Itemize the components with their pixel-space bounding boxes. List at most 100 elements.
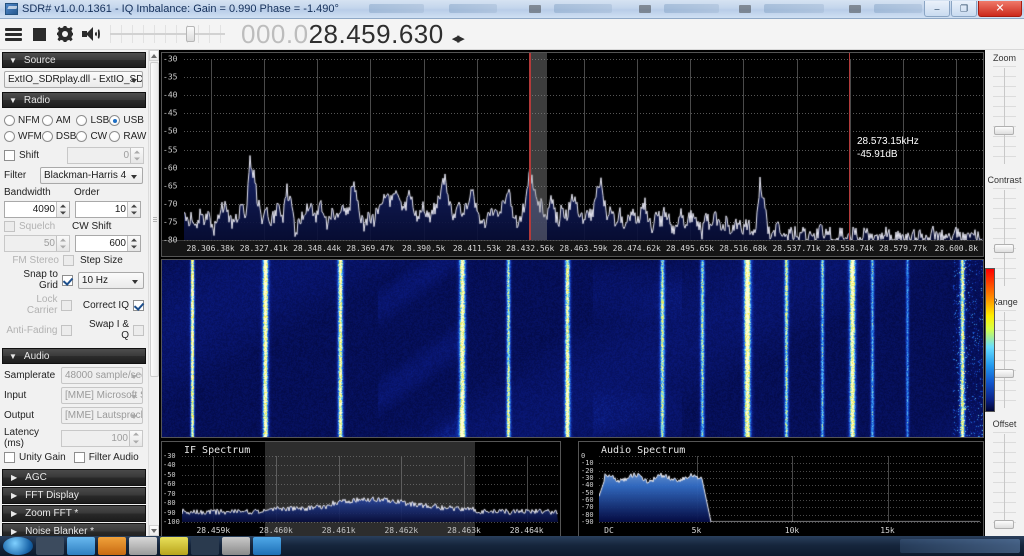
audio-spectrum-canvas[interactable]: 0 -10 -20 -30 -40 -50 -60 -70 -80 -90 DC 5k 10k 15k [581,452,981,535]
ghost-tab [553,3,612,13]
radio-am[interactable] [41,115,53,126]
range-slider-thumb[interactable] [994,369,1014,378]
panel-header-fft-display[interactable]: ▶ FFT Display [2,487,146,504]
taskbar-item[interactable] [36,537,64,555]
panel-header-radio[interactable]: ▼ Radio [2,92,146,108]
panel-header-agc[interactable]: ▶ AGC [2,469,146,486]
radio-nfm[interactable] [4,115,15,126]
system-tray[interactable] [900,539,1020,553]
mode-option-wfm[interactable]: WFM [4,131,42,142]
shift-checkbox[interactable] [4,150,15,161]
output-select[interactable]: [MME] Lautsprecher ( [61,407,143,424]
filter-select[interactable]: Blackman-Harris 4 [40,167,143,184]
waterfall-canvas[interactable] [162,260,983,437]
offset-slider[interactable]: Offset [985,416,1024,536]
panel-title-audio: Audio [23,350,50,362]
input-select[interactable]: [MME] Microsoft Soun [61,387,143,404]
maximize-button[interactable]: ❐ [951,1,977,17]
radio-raw[interactable] [109,131,121,142]
taskbar-item[interactable] [67,537,95,555]
rf-y-tick: -60 [163,163,178,173]
cwshift-stepper[interactable]: 600 [75,235,141,252]
swapiq-checkbox[interactable] [133,324,144,336]
bandwidth-order-labels: Bandwidth Order [4,187,144,198]
if-spectrum-panel[interactable]: IF Spectrum -30 -40 -50 -60 -70 -80 -90 -100 28.… [161,441,561,538]
order-stepper[interactable]: 10 [75,201,141,218]
zoom-slider-label: Zoom [992,53,1016,63]
mode-option-am[interactable]: AM [41,115,77,126]
panel-header-source[interactable]: ▼ Source [2,52,146,68]
fmstereo-checkbox[interactable] [63,255,74,266]
scroll-up-arrow-icon[interactable] [149,50,159,61]
chevron-down-icon: ▼ [9,55,17,65]
rf-spectrum-panel[interactable]: -30 -35 -40 -45 -50 -55 -60 -65 -70 -75 -80 28.306.… [161,52,984,257]
volume-slider-thumb[interactable] [186,26,195,42]
radio-wfm[interactable] [4,131,15,142]
panel-header-noise-blanker[interactable]: ▶ Noise Blanker * [2,523,146,536]
stop-square-icon[interactable] [26,21,52,47]
panel-header-audio[interactable]: ▼ Audio [2,348,146,364]
source-device-select[interactable]: ExtIO_SDRplay.dll - ExtIO_SDRplay.dll [4,71,143,88]
antifading-checkbox[interactable] [61,324,73,336]
mode-option-usb[interactable]: USB [109,115,146,126]
shift-stepper[interactable]: 0 [67,147,144,164]
squelch-checkbox[interactable] [4,221,15,232]
cursor-power: -45.91dB [857,149,898,160]
zoom-slider[interactable]: Zoom [985,50,1024,172]
bandwidth-stepper[interactable]: 4090 [4,201,70,218]
speaker-icon[interactable] [78,21,104,47]
stepsize-select[interactable]: 10 Hz [77,271,144,289]
squelch-stepper[interactable]: 50 [4,235,70,252]
mode-option-lsb[interactable]: LSB [76,115,109,126]
minimize-button[interactable]: – [924,1,950,17]
rf-y-tick: -40 [163,90,178,100]
if-y-tick: -70 [163,489,176,498]
contrast-slider-label: Contrast [987,175,1022,185]
samplerate-select[interactable]: 48000 sample/sec [61,367,143,384]
rf-x-tick: 28.558.74k [825,244,874,253]
taskbar-item[interactable] [98,537,126,555]
mode-option-cw[interactable]: CW [76,131,109,142]
snaptogrid-checkbox[interactable] [61,274,73,286]
taskbar-item[interactable] [160,537,188,555]
scrollbar-thumb[interactable] [150,62,159,377]
scroll-down-arrow-icon[interactable] [149,525,159,536]
offset-slider-thumb[interactable] [994,520,1014,529]
waterfall-panel[interactable] [161,259,984,438]
contrast-slider-thumb[interactable] [994,244,1014,253]
lockcarrier-checkbox[interactable] [61,299,73,311]
mode-option-nfm[interactable]: NFM [4,115,42,126]
taskbar-item[interactable] [222,537,250,555]
radio-dsb[interactable] [41,131,53,142]
frequency-step-arrows-icon[interactable]: ◂▸ [452,29,465,47]
filteraudio-checkbox[interactable] [73,452,85,463]
start-button-icon[interactable] [3,537,33,555]
chevron-right-icon: ▶ [11,509,18,518]
panel-header-zoom-fft[interactable]: ▶ Zoom FFT * [2,505,146,522]
mode-option-raw[interactable]: RAW [109,131,146,142]
if-spectrum-canvas[interactable]: -30 -40 -50 -60 -70 -80 -90 -100 28.459k 28.460k 2… [163,442,558,537]
sidebar-scrollbar[interactable] [148,50,159,536]
radio-usb[interactable] [109,115,121,126]
unitygain-filteraudio-row: Unity Gain Filter Audio [4,452,144,463]
gear-icon[interactable] [52,21,78,47]
radio-lsb[interactable] [76,115,88,126]
taskbar-item[interactable] [129,537,157,555]
rf-x-tick: 28.411.53k [452,244,502,253]
correctiq-checkbox[interactable] [133,299,144,311]
background-window-ghost [339,0,923,19]
rf-y-tick: -55 [163,145,178,154]
unitygain-checkbox[interactable] [4,452,15,463]
radio-cw[interactable] [76,131,88,142]
frequency-display[interactable]: 000.0 28.459.630 ◂▸ [241,19,465,50]
volume-slider[interactable] [110,22,225,46]
close-button[interactable]: ✕ [978,1,1022,17]
mode-option-dsb[interactable]: DSB [41,131,76,142]
audio-spectrum-panel[interactable]: Audio Spectrum 0 -10 -20 -30 -40 -50 -60 -70 -80… [578,441,984,538]
taskbar-item[interactable] [191,537,219,555]
hamburger-menu-icon[interactable] [0,21,26,47]
fmstereo-label: FM Stereo [12,255,59,266]
taskbar-item[interactable] [253,537,281,555]
latency-stepper[interactable]: 100 [61,429,143,447]
zoom-slider-thumb[interactable] [994,126,1014,135]
